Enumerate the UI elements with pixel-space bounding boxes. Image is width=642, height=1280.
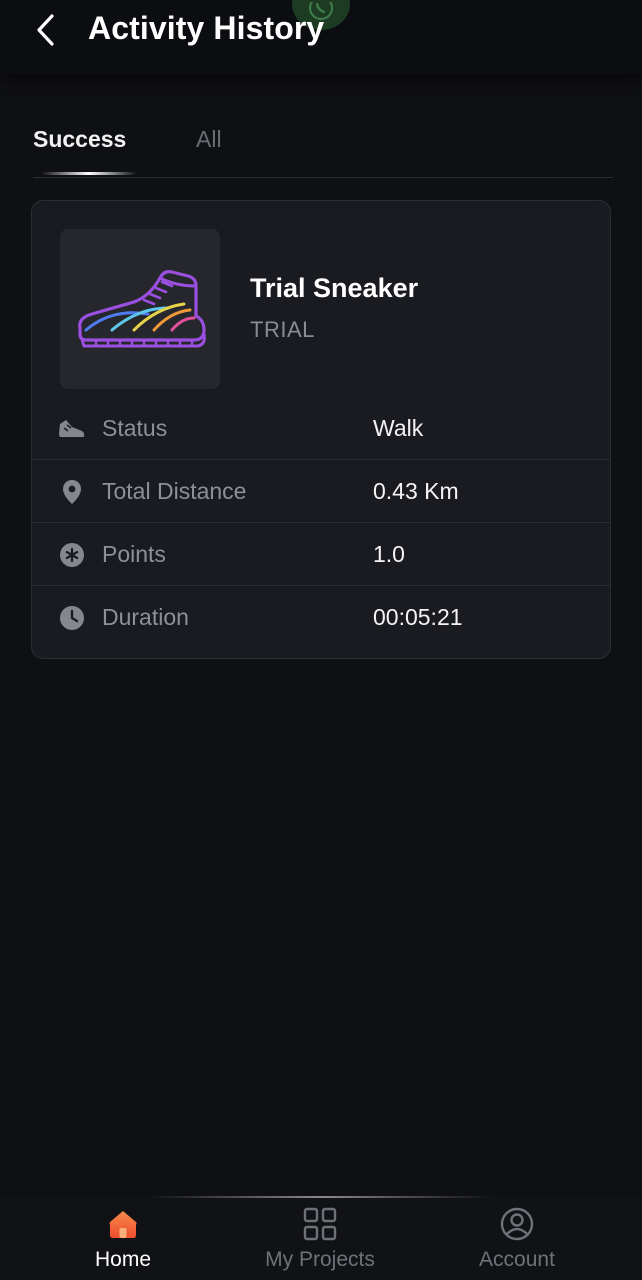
sneaker-thumbnail	[60, 229, 220, 389]
detail-label: Points	[102, 541, 166, 567]
tab-success[interactable]: Success	[33, 126, 126, 153]
detail-value: 0.43 Km	[373, 478, 459, 504]
home-icon	[105, 1206, 141, 1242]
detail-row-status: Status Walk	[32, 397, 610, 460]
nav-account-label: Account	[479, 1248, 555, 1271]
grid-icon	[302, 1206, 338, 1242]
tab-bar: Success All	[33, 126, 613, 178]
detail-row-distance: Total Distance 0.43 Km	[32, 460, 610, 523]
location-pin-icon	[58, 478, 86, 506]
active-tab-indicator	[41, 172, 137, 175]
nav-divider	[150, 1196, 492, 1198]
detail-row-duration: Duration 00:05:21	[32, 586, 610, 649]
item-type: TRIAL	[250, 317, 315, 342]
detail-row-points: Points 1.0	[32, 523, 610, 586]
back-button[interactable]	[28, 12, 64, 48]
detail-label: Duration	[102, 604, 189, 630]
tab-all[interactable]: All	[196, 126, 222, 153]
nav-home-label: Home	[94, 1248, 152, 1271]
bottom-nav: Home My Projects Account	[0, 1196, 642, 1280]
detail-label: Total Distance	[102, 478, 247, 504]
shoe-icon	[58, 415, 86, 443]
detail-value: 00:05:21	[373, 604, 463, 630]
detail-value: Walk	[373, 415, 424, 441]
detail-label: Status	[102, 415, 168, 441]
item-name: Trial Sneaker	[250, 273, 419, 303]
sneaker-icon	[78, 270, 206, 348]
detail-value: 1.0	[373, 541, 405, 567]
nav-account[interactable]: Account	[427, 1206, 607, 1276]
header-bar: Activity History	[0, 0, 642, 74]
page-title: Activity History	[88, 10, 325, 46]
user-circle-icon	[499, 1206, 535, 1242]
nav-my-projects-label: My Projects	[265, 1248, 375, 1271]
activity-details: Status Walk Total Distance 0.43 Km Point…	[32, 397, 610, 649]
activity-card[interactable]: Trial Sneaker TRIAL Status Walk Total Di…	[31, 200, 611, 659]
nav-my-projects[interactable]: My Projects	[230, 1206, 410, 1276]
nav-home[interactable]: Home	[33, 1206, 213, 1276]
clock-icon	[58, 604, 86, 632]
points-badge-icon	[58, 541, 86, 569]
app-screen: Activity History Success All Trial Sneak…	[0, 0, 642, 1280]
chevron-left-icon	[37, 14, 54, 46]
